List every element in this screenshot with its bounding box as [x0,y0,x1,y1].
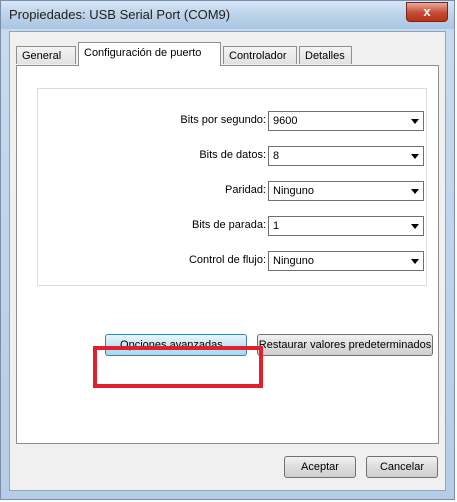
chevron-down-icon [411,259,419,264]
tab-details-label: Detalles [305,50,345,62]
chevron-down-icon [411,189,419,194]
flow-control-label: Control de flujo: [188,254,266,266]
highlight-annotation [93,346,263,388]
bits-per-second-row: Bits por segundo: 9600 [38,111,426,133]
chevron-down-icon [411,154,419,159]
close-icon: x [423,4,431,19]
stop-bits-row: Bits de parada: 1 [38,216,426,238]
tab-general[interactable]: General [16,46,76,64]
parity-row: Paridad: Ninguno [38,181,426,203]
tab-port-settings[interactable]: Configuración de puerto [78,42,221,66]
properties-dialog: Propiedades: USB Serial Port (COM9) x Ge… [0,0,455,500]
cancel-button[interactable]: Cancelar [366,456,438,478]
chevron-down-icon [411,119,419,124]
accept-button[interactable]: Aceptar [284,456,356,478]
cancel-label: Cancelar [379,461,425,473]
tab-driver-label: Controlador [229,50,287,62]
parity-select[interactable]: Ninguno [268,181,424,201]
port-settings-panel: Bits por segundo: 9600 Bits de datos: 8 … [16,65,439,444]
flow-control-value: Ninguno [273,255,314,267]
restore-defaults-button[interactable]: Restaurar valores predeterminados [257,334,433,356]
tab-driver[interactable]: Controlador [223,46,297,64]
chevron-down-icon [411,224,419,229]
accept-label: Aceptar [301,461,339,473]
dialog-buttons: Aceptar Cancelar [10,444,445,490]
close-button[interactable]: x [406,2,448,22]
settings-group: Bits por segundo: 9600 Bits de datos: 8 … [37,88,427,286]
title-bar[interactable]: Propiedades: USB Serial Port (COM9) x [1,1,454,29]
data-bits-select[interactable]: 8 [268,146,424,166]
stop-bits-select[interactable]: 1 [268,216,424,236]
stop-bits-value: 1 [273,220,280,232]
flow-control-select[interactable]: Ninguno [268,251,424,271]
bits-per-second-select[interactable]: 9600 [268,111,424,131]
parity-value: Ninguno [273,185,314,197]
tab-port-settings-label: Configuración de puerto [84,47,202,59]
bits-per-second-value: 9600 [273,115,298,127]
bits-per-second-label: Bits por segundo: [180,114,266,126]
data-bits-label: Bits de datos: [199,149,266,161]
data-bits-value: 8 [273,150,280,162]
dialog-client-area: General Configuración de puerto Controla… [9,31,446,491]
restore-defaults-label: Restaurar valores predeterminados [258,339,432,351]
tab-general-label: General [22,50,62,62]
flow-control-row: Control de flujo: Ninguno [38,251,426,273]
parity-label: Paridad: [225,184,266,196]
window-title: Propiedades: USB Serial Port (COM9) [9,7,231,22]
tab-details[interactable]: Detalles [299,46,352,64]
stop-bits-label: Bits de parada: [192,219,266,231]
data-bits-row: Bits de datos: 8 [38,146,426,168]
